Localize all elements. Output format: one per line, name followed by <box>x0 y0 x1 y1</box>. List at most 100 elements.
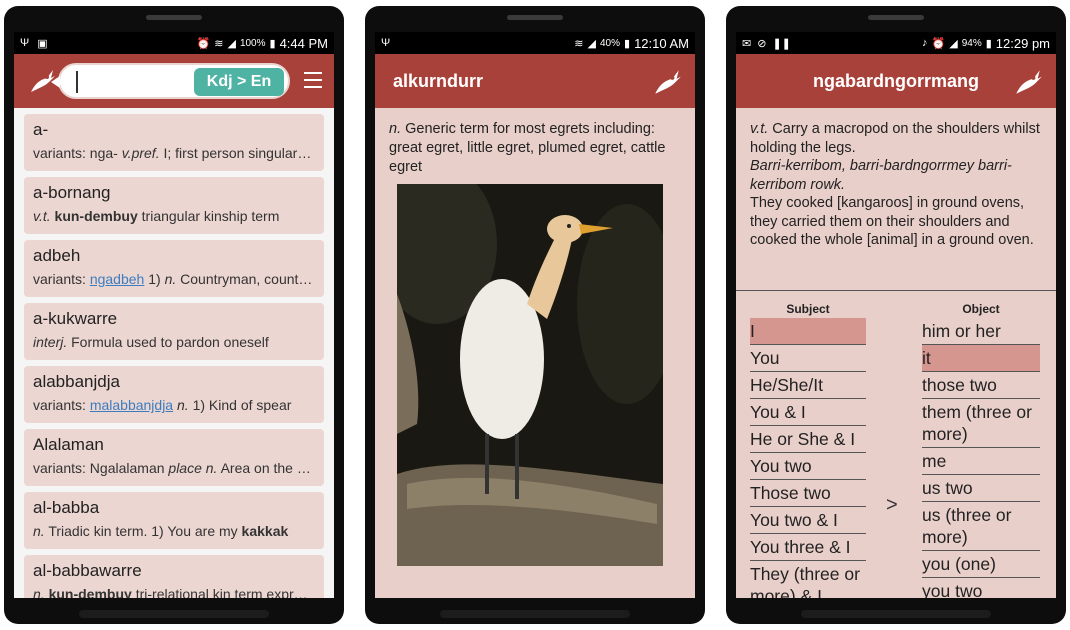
entry-headword: al-babbawarre <box>33 561 142 580</box>
subject-option[interactable]: You three & I <box>750 534 866 561</box>
entry-definition: n. kun-dembuy tri-relational kin term ex… <box>33 585 315 598</box>
definition-segment: 1) <box>144 271 165 287</box>
no-sim-icon: ⊘ <box>757 37 767 50</box>
egret-photo <box>397 184 663 566</box>
language-direction-button[interactable]: Kdj > En <box>194 68 284 96</box>
subject-option[interactable]: They (three or more) & I <box>750 561 866 598</box>
entry-item[interactable]: Alalaman variants: Ngalalaman place n. Ar… <box>24 429 324 486</box>
definition: v.t. Carry a macropod on the shoulders w… <box>750 120 1044 250</box>
part-of-speech: v.t. <box>750 121 769 137</box>
sd-card-icon: ▣ <box>37 37 48 50</box>
definition-segment: kun-dembuy <box>48 586 132 598</box>
speaker-grille <box>507 15 563 20</box>
object-list: him or her it those two them (three or more… <box>922 318 1040 598</box>
screen: Ψ ≋ ◢ 40% ▮ 12:10 AM alkurndurr n. Gener… <box>375 32 695 598</box>
alarm-icon: ⏰ <box>931 37 946 50</box>
wifi-icon: ≋ <box>574 37 584 50</box>
object-column: Object him or her it those two them (three … <box>922 302 1040 598</box>
subject-option[interactable]: He/She/It <box>750 372 866 399</box>
status-bar: Ψ ▣ ⏰ ≋ ◢ 100% ▮ 4:44 PM <box>14 32 334 54</box>
usb-icon: Ψ <box>20 36 30 49</box>
phone-entry-detail: Ψ ≋ ◢ 40% ▮ 12:10 AM alkurndurr n. Gener… <box>365 6 705 624</box>
search-box[interactable]: Kdj > En <box>51 63 290 99</box>
definition-segment: v.pref. <box>121 145 160 161</box>
clock: 12:10 AM <box>634 35 689 51</box>
hamburger-menu-icon[interactable] <box>304 72 322 93</box>
definition-segment: interj. <box>33 334 68 350</box>
subject-list: I You He/She/It You & I He or She & I You two… <box>750 318 866 598</box>
object-option[interactable]: us two <box>922 475 1040 502</box>
definition-segment: 1) Kind of spear <box>188 397 292 413</box>
battery-icon: ▮ <box>269 37 276 50</box>
conjugation-arrow: > <box>886 494 898 516</box>
entry-item[interactable]: a-bornang v.t. kun-dembuy triangular kins… <box>24 177 324 234</box>
object-option[interactable]: those two <box>922 372 1040 399</box>
subject-option[interactable]: You & I <box>750 399 866 426</box>
search-input[interactable] <box>74 69 178 95</box>
entry-title: ngabardngorrmang <box>812 70 979 91</box>
subject-option[interactable]: You two & I <box>750 507 866 534</box>
object-option[interactable]: me <box>922 448 1040 475</box>
clock: 12:29 pm <box>995 35 1050 51</box>
definition-segment: v.t. <box>33 208 51 224</box>
definition-segment: tri-relational kin term expressing <box>131 586 315 598</box>
variant-link[interactable]: malabbanjdja <box>90 397 173 413</box>
battery-percent: 94% <box>961 37 982 49</box>
battery-percent: 40% <box>599 37 620 49</box>
entry-definition: variants: nga- v.pref. I; first person s… <box>33 144 315 162</box>
object-option[interactable]: you two <box>922 578 1040 598</box>
definition-segment: Triadic kin term. 1) You are my <box>44 523 242 539</box>
definition-segment: n. <box>33 586 45 598</box>
definition-segment: Area on the river <box>217 460 315 476</box>
signal-icon: ◢ <box>587 37 596 50</box>
entry-item[interactable]: adbeh variants: ngadbeh 1) n. Countryman,… <box>24 240 324 297</box>
definition-segment: variants: <box>33 271 90 287</box>
phone-dictionary-list: Ψ ▣ ⏰ ≋ ◢ 100% ▮ 4:44 PM Kdj > En a- var… <box>4 6 344 624</box>
entry-headword: a-bornang <box>33 183 111 202</box>
entry-item[interactable]: a-kukwarre interj. Formula used to pardon… <box>24 303 324 360</box>
variant-link[interactable]: ngadbeh <box>90 271 145 287</box>
subject-header: Subject <box>786 302 830 316</box>
wifi-icon: ≋ <box>214 37 224 50</box>
object-option[interactable]: you (one) <box>922 551 1040 578</box>
nav-bar <box>440 610 630 618</box>
entry-list[interactable]: a-variants: nga- v.pref. I; first person… <box>14 108 334 598</box>
app-logo-icon[interactable] <box>651 66 683 98</box>
app-logo-icon[interactable] <box>1012 66 1044 98</box>
subject-option[interactable]: I <box>750 318 866 345</box>
entry-item[interactable]: alabbanjdja variants: malabbanjdja n. 1) … <box>24 366 324 423</box>
speaker-grille <box>868 15 924 20</box>
subject-option[interactable]: He or She & I <box>750 426 866 453</box>
object-option[interactable]: it <box>922 345 1040 372</box>
entry-item[interactable]: a-variants: nga- v.pref. I; first person… <box>24 114 324 171</box>
definition-segment: Countryman, countrywoman <box>180 271 315 287</box>
phone-verb-detail: ✉ ⊘ ❚❚ ♪ ⏰ ◢ 94% ▮ 12:29 pm ngabardngorr… <box>726 6 1066 624</box>
object-option[interactable]: them (three or more) <box>922 399 1040 448</box>
object-option[interactable]: him or her <box>922 318 1040 345</box>
part-of-speech: n. <box>389 121 402 137</box>
gloss: Carry a macropod on the shoulders whilst… <box>750 121 1040 156</box>
signal-icon: ◢ <box>227 37 236 50</box>
app-bar: alkurndurr <box>375 54 695 108</box>
entry-headword: a-kukwarre <box>33 309 118 328</box>
battery-charging-icon: ▮ <box>624 37 631 50</box>
entry-definition: variants: ngadbeh 1) n. Countryman, coun… <box>33 270 315 288</box>
object-header: Object <box>962 302 1000 316</box>
example-english: They cooked [kangaroos] in ground ovens,… <box>750 195 1034 248</box>
definition-segment: I; first person singular subject prefix <box>163 145 315 161</box>
alarm-icon: ⏰ <box>196 37 211 50</box>
subject-option[interactable]: You two <box>750 453 866 480</box>
subject-option[interactable]: You <box>750 345 866 372</box>
search-box-pointer <box>51 76 60 88</box>
definition-segment: n. <box>164 271 177 287</box>
battery-icon: ▮ <box>985 37 992 50</box>
message-icon: ✉ <box>742 37 752 50</box>
object-option[interactable]: us (three or more) <box>922 502 1040 551</box>
entry-item[interactable]: al-babba n. Triadic kin term. 1) You are … <box>24 492 324 549</box>
text-cursor <box>76 71 78 93</box>
subject-option[interactable]: Those two <box>750 480 866 507</box>
entry-item[interactable]: al-babbawarre n. kun-dembuy tri-relationa… <box>24 555 324 598</box>
entry-definition: interj. Formula used to pardon oneself <box>33 333 315 351</box>
status-bar: Ψ ≋ ◢ 40% ▮ 12:10 AM <box>375 32 695 54</box>
definition-segment: variants: nga- <box>33 145 122 161</box>
